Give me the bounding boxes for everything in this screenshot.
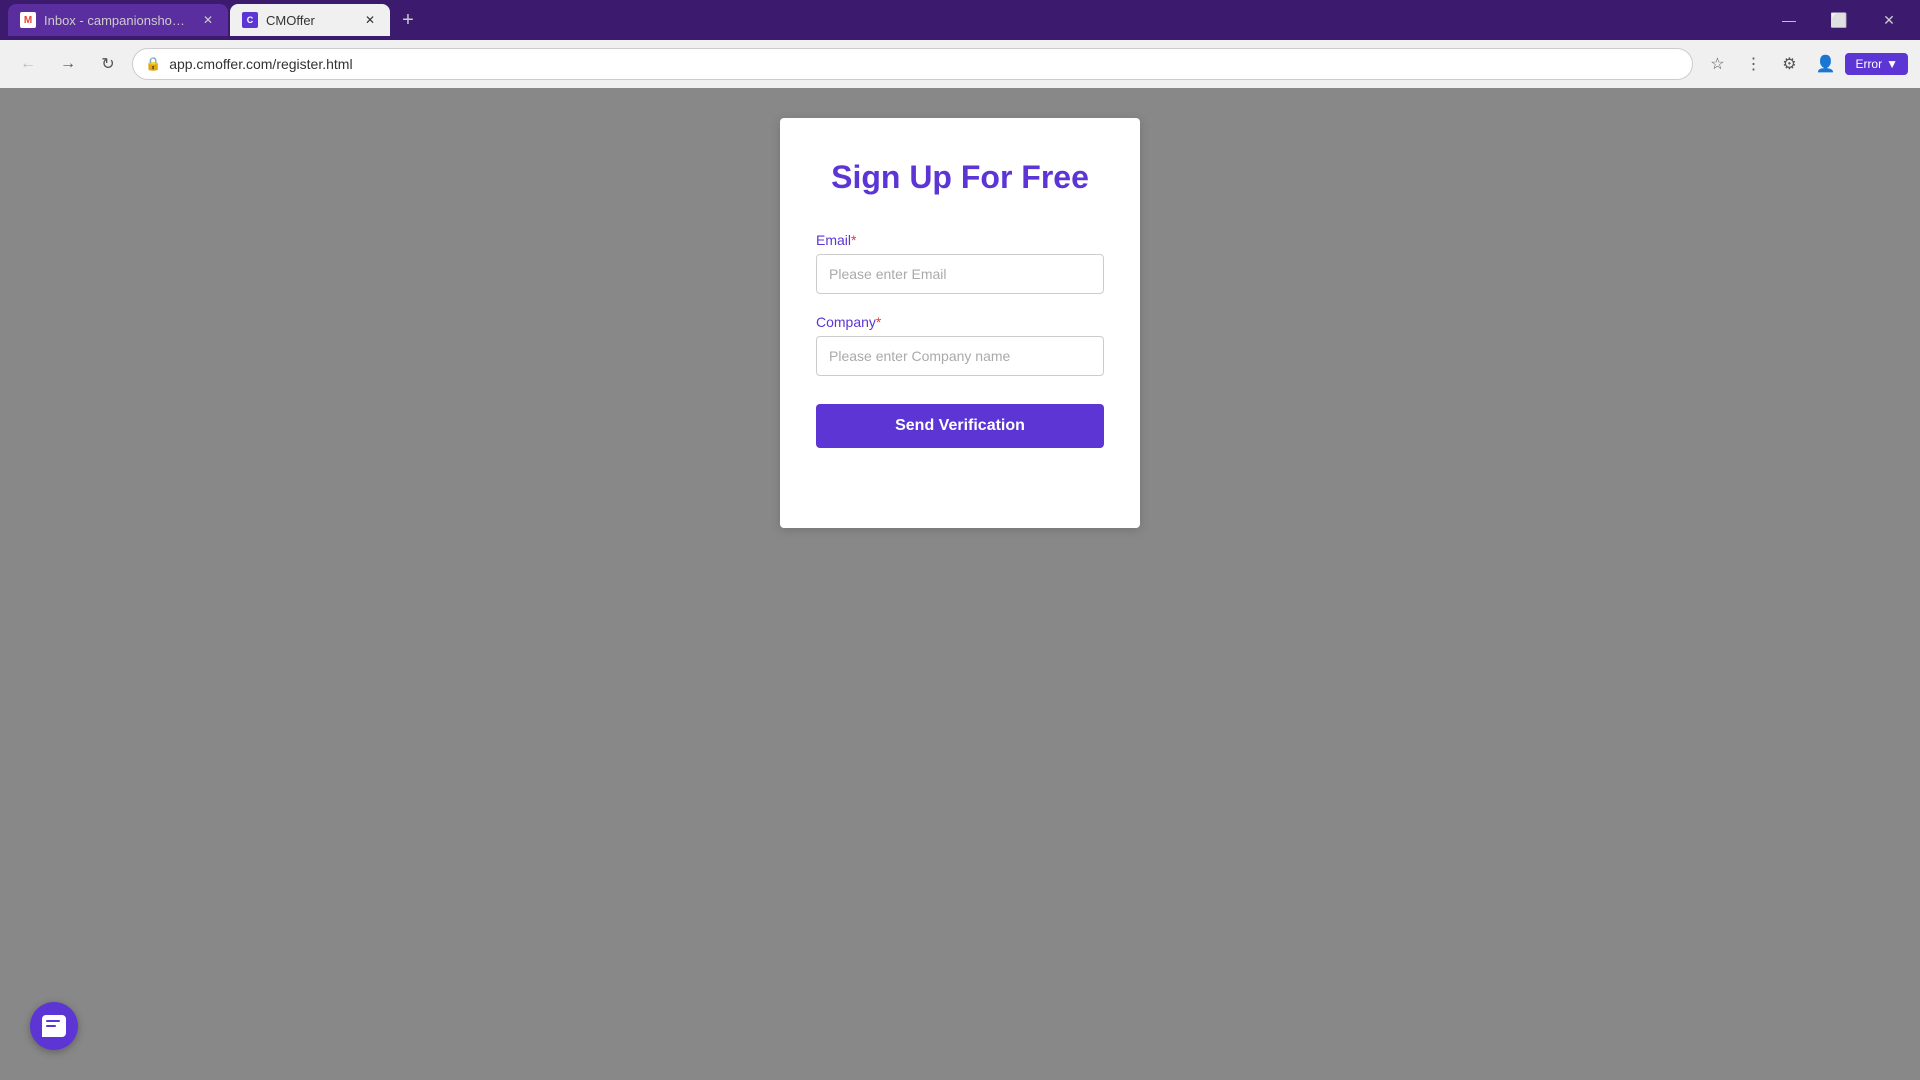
company-required-indicator: * <box>876 314 881 330</box>
tab-cmoffer-close-icon[interactable]: ✕ <box>362 12 378 28</box>
extensions-button[interactable]: ⚙ <box>1773 48 1805 80</box>
address-text: app.cmoffer.com/register.html <box>169 56 1680 72</box>
error-badge[interactable]: Error ▼ <box>1845 53 1908 75</box>
register-card: Sign Up For Free Email* Company* Send Ve… <box>780 118 1140 528</box>
page-content: Sign Up For Free Email* Company* Send Ve… <box>0 88 1920 1080</box>
toolbar-actions: ☆ ⋮ ⚙ 👤 Error ▼ <box>1701 48 1908 80</box>
close-button[interactable]: ✕ <box>1866 0 1912 40</box>
error-badge-label: Error <box>1855 57 1882 71</box>
tab-cmoffer[interactable]: C CMOffer ✕ <box>230 4 390 36</box>
tab-gmail[interactable]: M Inbox - campanionshop@gmail.... ✕ <box>8 4 228 36</box>
tab-gmail-close-icon[interactable]: ✕ <box>200 12 216 28</box>
address-bar-row: ← → ↻ 🔒 app.cmoffer.com/register.html ☆ … <box>0 40 1920 88</box>
tab-bar: M Inbox - campanionshop@gmail.... ✕ C CM… <box>0 0 1920 40</box>
company-input[interactable] <box>816 336 1104 376</box>
send-verification-button[interactable]: Send Verification <box>816 404 1104 448</box>
page-title: Sign Up For Free <box>816 158 1104 196</box>
profile-button[interactable]: 👤 <box>1809 48 1841 80</box>
reload-button[interactable]: ↻ <box>92 48 124 80</box>
bookmark-page-button[interactable]: ☆ <box>1701 48 1733 80</box>
tab-cmoffer-label: CMOffer <box>266 13 354 28</box>
chat-icon <box>42 1015 66 1037</box>
maximize-button[interactable]: ⬜ <box>1816 0 1862 40</box>
minimize-button[interactable]: — <box>1766 0 1812 40</box>
window-controls: — ⬜ ✕ <box>1766 0 1912 40</box>
lock-icon: 🔒 <box>145 56 161 72</box>
company-label: Company* <box>816 314 1104 330</box>
email-form-group: Email* <box>816 232 1104 294</box>
browser-menu-button[interactable]: ⋮ <box>1737 48 1769 80</box>
tab-gmail-label: Inbox - campanionshop@gmail.... <box>44 13 192 28</box>
gmail-favicon-icon: M <box>20 12 36 28</box>
email-required-indicator: * <box>851 232 856 248</box>
chat-widget-button[interactable] <box>30 1002 78 1050</box>
cmoffer-favicon-icon: C <box>242 12 258 28</box>
back-button[interactable]: ← <box>12 48 44 80</box>
browser-chrome: M Inbox - campanionshop@gmail.... ✕ C CM… <box>0 0 1920 88</box>
company-form-group: Company* <box>816 314 1104 376</box>
error-badge-chevron-icon: ▼ <box>1886 57 1898 71</box>
new-tab-button[interactable]: + <box>392 4 424 36</box>
email-label: Email* <box>816 232 1104 248</box>
address-bar[interactable]: 🔒 app.cmoffer.com/register.html <box>132 48 1693 80</box>
forward-button[interactable]: → <box>52 48 84 80</box>
email-input[interactable] <box>816 254 1104 294</box>
